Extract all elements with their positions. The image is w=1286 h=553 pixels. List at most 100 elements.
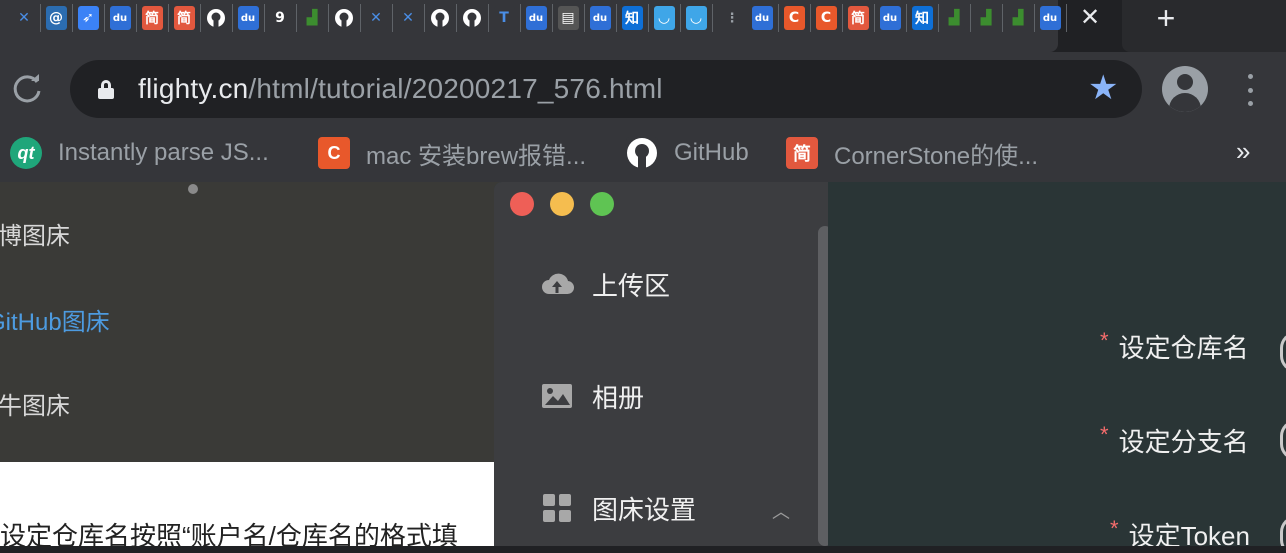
new-tab-button[interactable]: + bbox=[1150, 2, 1182, 34]
tab-separator bbox=[264, 4, 265, 32]
signal-icon[interactable]: ▟ bbox=[300, 4, 324, 32]
github-icon[interactable] bbox=[332, 4, 356, 32]
menu-picbed-label: 图床设置 bbox=[592, 494, 697, 525]
feather-icon[interactable]: ➶ bbox=[76, 4, 100, 32]
tools-x-icon[interactable]: ✕ bbox=[396, 4, 420, 32]
bookmarks-bar: qt Instantly parse JS... Cmac 安装brew报错... G… bbox=[0, 128, 1286, 182]
menu-album[interactable]: 相册 bbox=[540, 376, 644, 416]
lock-icon[interactable] bbox=[98, 80, 114, 99]
signal-icon[interactable]: ▟ bbox=[974, 4, 998, 32]
tab-separator bbox=[648, 4, 649, 32]
swirl-icon[interactable]: @ bbox=[44, 4, 68, 32]
tab-separator bbox=[328, 4, 329, 32]
zhihu-icon[interactable]: 知 bbox=[620, 4, 644, 32]
tab-separator bbox=[680, 4, 681, 32]
signal-icon[interactable]: ▟ bbox=[1006, 4, 1030, 32]
reload-icon[interactable] bbox=[10, 72, 44, 106]
swirl-icon[interactable]: 9 bbox=[268, 4, 292, 32]
tab-separator bbox=[552, 4, 553, 32]
terminal-icon[interactable]: ▤ bbox=[556, 4, 580, 32]
tab-separator bbox=[1034, 4, 1035, 32]
bookmark-item[interactable]: 简 CornerStone的使... bbox=[786, 136, 1038, 170]
tab-separator bbox=[40, 4, 41, 32]
url-path: /html/tutorial/20200217_576.html bbox=[248, 73, 663, 104]
profile-avatar-icon[interactable] bbox=[1162, 66, 1208, 112]
tab-separator bbox=[104, 4, 105, 32]
bookmark-label: GitHub bbox=[674, 139, 749, 166]
menu-upload-label: 上传区 bbox=[592, 270, 671, 301]
baidu-icon[interactable]: du bbox=[750, 4, 774, 32]
menu-picbed-settings[interactable]: 图床设置 bbox=[540, 488, 696, 528]
bookmarks-overflow-icon[interactable]: » bbox=[1236, 136, 1250, 167]
jianshu-icon[interactable]: 简 bbox=[172, 4, 196, 32]
bookmark-label: mac 安装brew报错... bbox=[366, 142, 587, 170]
article-text: 设定仓库名按照“账户名/仓库名的格式填 bbox=[0, 521, 458, 551]
tab-separator bbox=[1066, 4, 1067, 32]
page-sidebar: 微博图床 GitHub图床 七牛图床 bbox=[0, 182, 500, 462]
tab-separator bbox=[938, 4, 939, 32]
field-branch-label: * 设定分支名 bbox=[1100, 422, 1249, 457]
github-icon[interactable] bbox=[428, 4, 452, 32]
tab-separator bbox=[456, 4, 457, 32]
pinned-tabs-area: ✕ @ ➶ du 简简 du 9 ▟ ✕ ✕ Tdu ▤ du 知 ◡ ◡ du C C 简 du 知 ▟ ▟ ▟ du ⋮ bbox=[0, 0, 1067, 52]
cup-icon[interactable]: ◡ bbox=[684, 4, 708, 32]
tab-separator bbox=[712, 4, 713, 32]
chevron-up-icon[interactable]: ︿ bbox=[772, 498, 790, 524]
signal-icon[interactable]: ▟ bbox=[942, 4, 966, 32]
close-window-button[interactable] bbox=[510, 192, 534, 216]
cup-icon[interactable]: ◡ bbox=[652, 4, 676, 32]
typora-icon[interactable]: T bbox=[492, 4, 516, 32]
bookmark-star-icon[interactable]: ★ bbox=[1088, 68, 1118, 108]
baidu-icon[interactable]: du bbox=[524, 4, 548, 32]
browser-menu-icon[interactable] bbox=[1236, 70, 1264, 110]
bookmark-label: CornerStone的使... bbox=[834, 142, 1039, 170]
tab-separator bbox=[778, 4, 779, 32]
baidu-icon[interactable]: du bbox=[108, 4, 132, 32]
picgo-window: 上传区 相册 图床设置 ︿ * 设定仓库名 * 设定分支名 * 设定Token bbox=[494, 182, 1286, 546]
tab-separator bbox=[970, 4, 971, 32]
jianshu-icon[interactable]: 简 bbox=[140, 4, 164, 32]
nav-link-weibo[interactable]: 微博图床 bbox=[0, 216, 70, 251]
baidu-icon[interactable]: du bbox=[878, 4, 902, 32]
jianshu-icon[interactable]: 简 bbox=[846, 4, 870, 32]
repo-input[interactable] bbox=[1280, 332, 1286, 372]
token-input[interactable] bbox=[1280, 516, 1286, 546]
grid-icon bbox=[540, 491, 574, 525]
bookmark-item[interactable]: qt Instantly parse JS... bbox=[10, 136, 269, 170]
tools-x-icon[interactable]: ✕ bbox=[12, 4, 36, 32]
url-text[interactable]: flighty.cn/html/tutorial/20200217_576.ht… bbox=[138, 72, 663, 106]
baidu-icon[interactable]: du bbox=[588, 4, 612, 32]
github-icon[interactable] bbox=[204, 4, 228, 32]
cloud-upload-icon bbox=[540, 267, 575, 301]
csdn-icon[interactable]: C bbox=[782, 4, 806, 32]
close-tab-icon[interactable]: ✕ bbox=[1076, 4, 1104, 32]
nav-link-github[interactable]: GitHub图床 bbox=[0, 302, 110, 337]
nav-link-qiniu[interactable]: 七牛图床 bbox=[0, 386, 70, 421]
image-icon bbox=[540, 379, 574, 413]
branch-input[interactable] bbox=[1280, 420, 1286, 460]
settings-form: * 设定仓库名 * 设定分支名 * 设定Token bbox=[828, 182, 1286, 546]
tab-separator bbox=[906, 4, 907, 32]
github-icon[interactable] bbox=[460, 4, 484, 32]
scroll-indicator bbox=[188, 184, 198, 194]
bookmark-item[interactable]: Cmac 安装brew报错... bbox=[318, 136, 586, 170]
tab-overflow-icon[interactable]: ⋮ bbox=[720, 4, 744, 32]
qt-icon: qt bbox=[10, 137, 42, 169]
minimize-window-button[interactable] bbox=[550, 192, 574, 216]
new-tab-area bbox=[1122, 0, 1286, 52]
menu-upload[interactable]: 上传区 bbox=[540, 264, 670, 304]
tools-x-icon[interactable]: ✕ bbox=[364, 4, 388, 32]
app-sidebar: 上传区 相册 图床设置 ︿ bbox=[494, 182, 828, 546]
tab-separator bbox=[136, 4, 137, 32]
tab-separator bbox=[1002, 4, 1003, 32]
zhihu-icon[interactable]: 知 bbox=[910, 4, 934, 32]
maximize-window-button[interactable] bbox=[590, 192, 614, 216]
baidu-icon[interactable]: du bbox=[236, 4, 260, 32]
tab-separator bbox=[616, 4, 617, 32]
baidu-icon[interactable]: du bbox=[1038, 4, 1062, 32]
bookmark-item[interactable]: GitHub bbox=[626, 136, 749, 170]
jianshu-icon: 简 bbox=[786, 137, 818, 169]
csdn-icon[interactable]: C bbox=[814, 4, 838, 32]
tab-separator bbox=[72, 4, 73, 32]
address-bar[interactable]: flighty.cn/html/tutorial/20200217_576.ht… bbox=[70, 60, 1142, 118]
